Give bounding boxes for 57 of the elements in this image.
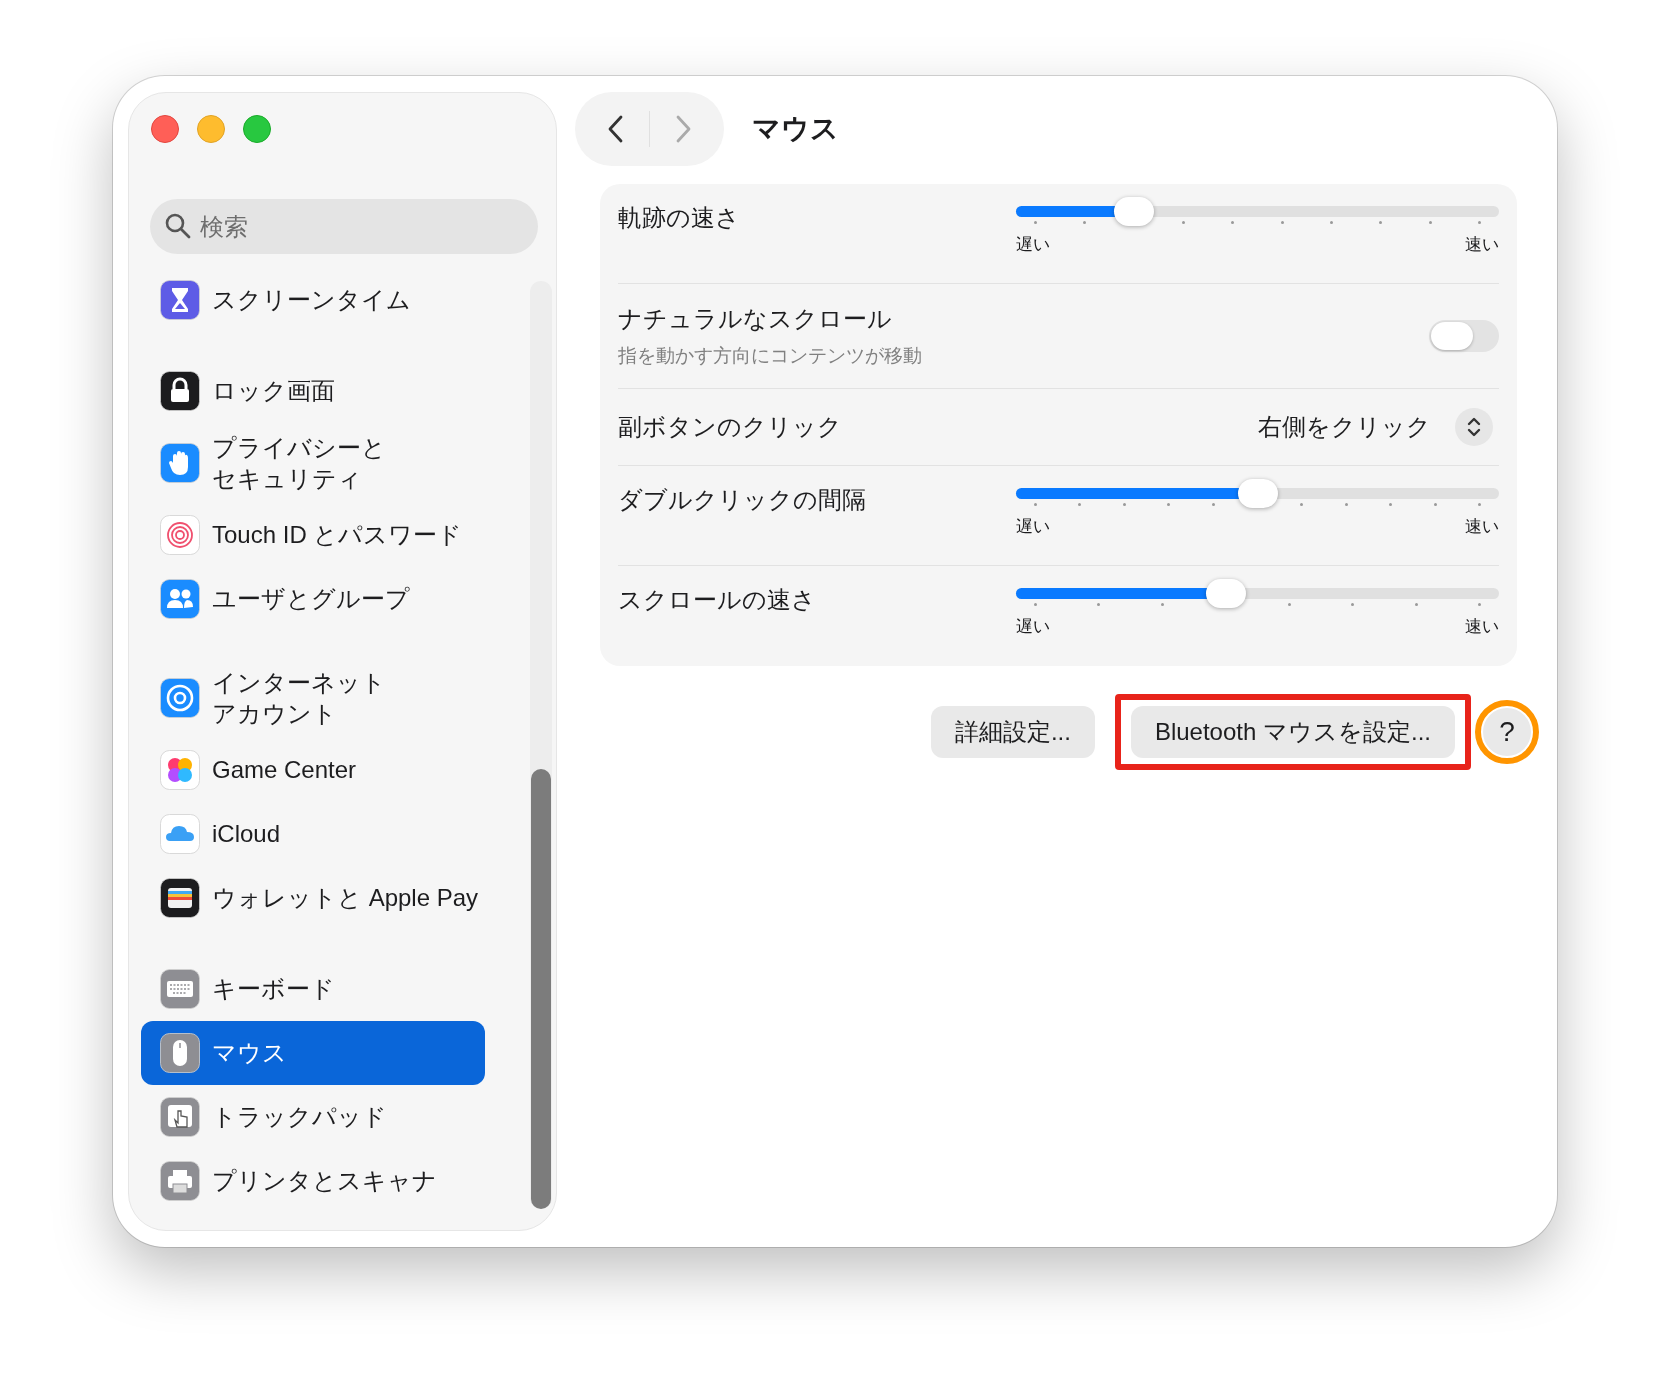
sidebar-item-label: セキュリティ (212, 464, 363, 494)
pointer-hand-icon (160, 1097, 200, 1137)
slow-label: 遅い (1016, 234, 1050, 256)
sidebar-item[interactable]: インターネット アカウント (141, 658, 485, 738)
setting-label: スクロールの速さ (618, 585, 816, 615)
sidebar-item-label: アカウント (212, 699, 338, 729)
keyboard-icon (160, 969, 200, 1009)
scroll-thumb[interactable] (531, 769, 551, 1209)
zoom-button[interactable] (243, 115, 271, 143)
popup-button[interactable]: 右側をクリック (1258, 411, 1431, 443)
window-title: マウス (752, 112, 839, 146)
close-button[interactable] (151, 115, 179, 143)
bubbles-icon (160, 750, 200, 790)
slider-thumb[interactable] (1114, 197, 1155, 226)
minimize-button[interactable] (197, 115, 225, 143)
action-button[interactable]: Bluetooth マウスを設定... (1130, 706, 1455, 758)
search-icon (164, 212, 192, 240)
slow-label: 遅い (1016, 516, 1050, 538)
setting-description: 指を動かす方向にコンテンツが移動 (618, 344, 922, 368)
sidebar-item[interactable]: プライバシーと セキュリティ (141, 423, 485, 503)
sidebar-item[interactable]: トラックパッド (141, 1085, 485, 1149)
hand-icon (160, 443, 200, 483)
search-field[interactable]: 検索 (150, 199, 538, 254)
setting-label: ナチュラルなスクロール (618, 304, 893, 334)
setting-label: ダブルクリックの間隔 (618, 485, 866, 515)
slider-thumb[interactable] (1237, 479, 1278, 508)
cloud-icon (160, 814, 200, 854)
help-button[interactable]: ? (1483, 708, 1531, 756)
sidebar-item[interactable]: スクリーンタイム (141, 268, 485, 332)
printer-icon (160, 1161, 200, 1201)
mouse-icon (160, 1033, 200, 1073)
sidebar-item[interactable]: ウォレットと Apple Pay (141, 866, 485, 930)
slow-label: 遅い (1016, 616, 1050, 638)
sidebar-item[interactable]: iCloud (141, 802, 485, 866)
fast-label: 速い (1465, 616, 1499, 638)
slider-thumb[interactable] (1206, 579, 1247, 608)
fast-label: 速い (1465, 234, 1499, 256)
fast-label: 速い (1465, 516, 1499, 538)
sidebar-item-label: インターネット (212, 667, 386, 698)
fingerprint-icon (160, 515, 200, 555)
sidebar-item-label: プライバシーと (212, 432, 386, 463)
wallet-icon (160, 878, 200, 918)
sidebar-item[interactable]: マウス (141, 1021, 485, 1085)
hourglass-icon (160, 280, 200, 320)
sidebar-item[interactable]: キーボード (141, 957, 485, 1021)
setting-label: 軌跡の速さ (618, 203, 740, 233)
sidebar-item[interactable]: Touch ID とパスワード (141, 503, 485, 567)
action-button[interactable]: 詳細設定... (930, 706, 1095, 758)
sidebar-item[interactable]: Game Center (141, 738, 485, 802)
lock-icon (160, 371, 200, 411)
up-down-chevron-icon[interactable] (1455, 408, 1493, 446)
setting-label: 副ボタンのクリック (618, 412, 842, 442)
sidebar-item[interactable]: プリンタとスキャナ (141, 1149, 485, 1213)
toggle-switch[interactable] (1429, 320, 1499, 352)
sidebar-item[interactable]: ユーザとグループ (141, 567, 485, 631)
people-icon (160, 579, 200, 619)
sidebar-item[interactable]: ロック画面 (141, 359, 485, 423)
